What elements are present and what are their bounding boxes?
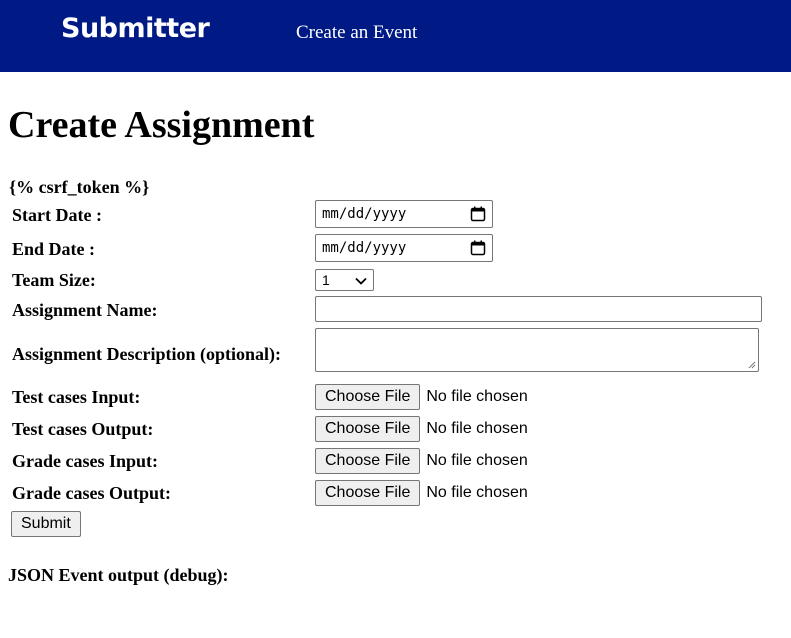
page-title: Create Assignment xyxy=(8,104,315,146)
assignment-description-textarea[interactable] xyxy=(315,328,759,372)
assignment-name-label: Assignment Name: xyxy=(12,300,158,320)
grade-output-file: Choose File No file chosen xyxy=(315,480,528,506)
test-output-file-status: No file chosen xyxy=(426,420,528,437)
calendar-icon[interactable] xyxy=(470,240,486,256)
test-input-file: Choose File No file chosen xyxy=(315,384,528,410)
start-date-label: Start Date : xyxy=(12,205,102,225)
end-date-placeholder: mm/dd/yyyy xyxy=(322,240,407,256)
assignment-name-input[interactable] xyxy=(315,296,762,322)
start-date-placeholder: mm/dd/yyyy xyxy=(322,206,407,222)
grade-output-choose-file-button[interactable]: Choose File xyxy=(315,480,421,506)
team-size-select[interactable]: 1 xyxy=(315,269,374,291)
team-size-label: Team Size: xyxy=(12,270,96,290)
calendar-icon[interactable] xyxy=(470,206,486,222)
chevron-down-icon xyxy=(355,272,367,288)
test-output-choose-file-button[interactable]: Choose File xyxy=(315,416,421,442)
csrf-token-text: {% csrf_token %} xyxy=(9,177,150,197)
brand-logo[interactable]: Submitter xyxy=(61,13,210,44)
start-date-input[interactable]: mm/dd/yyyy xyxy=(315,200,493,228)
top-navbar: Submitter Create an Event xyxy=(0,0,791,72)
grade-output-label: Grade cases Output: xyxy=(12,483,171,503)
grade-input-choose-file-button[interactable]: Choose File xyxy=(315,448,421,474)
test-input-file-status: No file chosen xyxy=(426,388,528,405)
nav-link-create-event[interactable]: Create an Event xyxy=(296,22,417,44)
end-date-input[interactable]: mm/dd/yyyy xyxy=(315,234,493,262)
assignment-description-label: Assignment Description (optional): xyxy=(12,344,281,364)
test-output-label: Test cases Output: xyxy=(12,419,154,439)
test-output-file: Choose File No file chosen xyxy=(315,416,528,442)
grade-input-label: Grade cases Input: xyxy=(12,451,159,471)
grade-input-file: Choose File No file chosen xyxy=(315,448,528,474)
grade-output-file-status: No file chosen xyxy=(426,484,528,501)
submit-button[interactable]: Submit xyxy=(11,511,81,537)
grade-input-file-status: No file chosen xyxy=(426,452,528,469)
end-date-label: End Date : xyxy=(12,239,96,259)
json-debug-label: JSON Event output (debug): xyxy=(8,565,229,585)
test-input-label: Test cases Input: xyxy=(12,387,141,407)
team-size-value: 1 xyxy=(322,272,330,288)
test-input-choose-file-button[interactable]: Choose File xyxy=(315,384,421,410)
resize-handle-icon[interactable] xyxy=(748,361,756,369)
